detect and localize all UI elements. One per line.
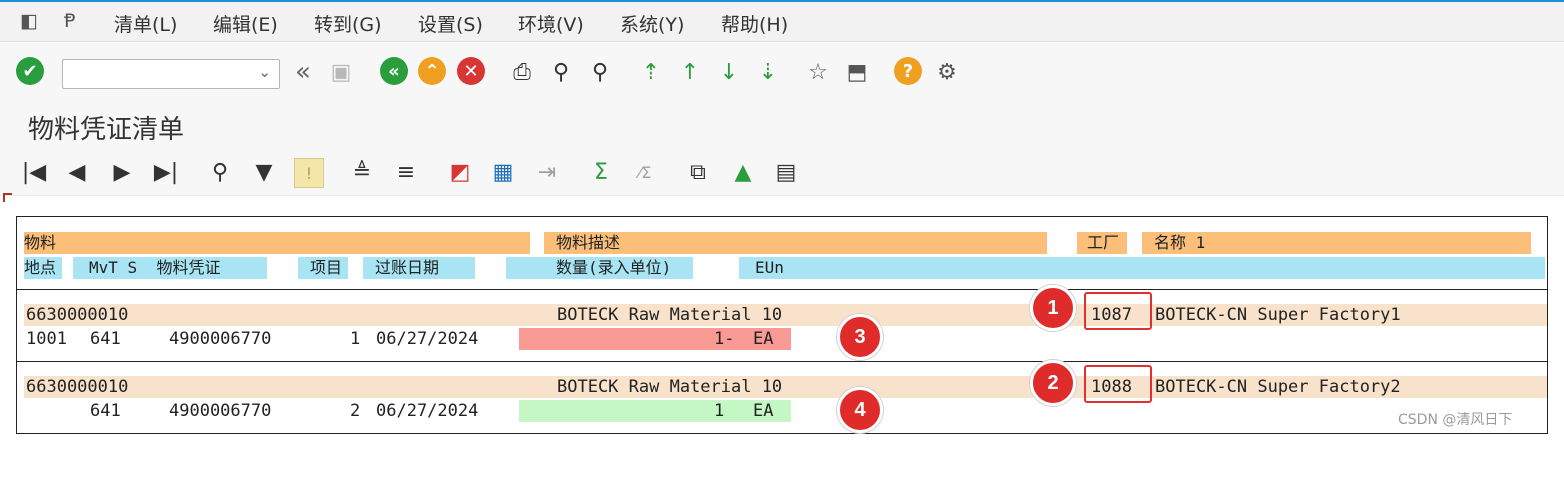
header-qty[interactable]: 数量(录入单位) xyxy=(506,257,693,279)
row1-location[interactable]: 1001 xyxy=(26,328,67,350)
page-title: 物料凭证清单 xyxy=(28,115,185,145)
sort-ascending-icon[interactable]: ≜ xyxy=(348,158,376,186)
watermark-text: CSDN @清风日下 xyxy=(1398,412,1513,428)
menu-settings[interactable]: 设置(S) xyxy=(418,10,483,37)
sort-descending-icon[interactable]: ≡ xyxy=(392,158,420,186)
row1-mvt[interactable]: 641 xyxy=(90,328,121,350)
separator-line xyxy=(17,361,1547,362)
header-date[interactable]: 过账日期 xyxy=(363,257,475,279)
row1-description[interactable]: BOTECK Raw Material 10 xyxy=(557,304,782,326)
menu-system[interactable]: 系统(Y) xyxy=(620,10,684,37)
annotation-badge-3: 3 xyxy=(837,314,883,360)
next-page-icon[interactable]: ↓ xyxy=(714,57,744,87)
columns-icon[interactable]: ▦ xyxy=(489,158,517,186)
print-icon[interactable]: ⎙ xyxy=(507,57,537,87)
last-row-icon[interactable]: ▶| xyxy=(152,158,180,186)
graphic-icon[interactable]: ⧉ xyxy=(684,158,712,186)
chart-icon[interactable]: ▲ xyxy=(729,158,757,186)
annotation-badge-2: 2 xyxy=(1030,360,1076,406)
plant-highlight-box xyxy=(1084,365,1152,403)
header-plant[interactable]: 工厂 xyxy=(1077,232,1127,254)
header-location[interactable]: 地点 xyxy=(24,257,62,279)
row1-date[interactable]: 06/27/2024 xyxy=(376,328,478,350)
previous-row-icon[interactable]: ◀ xyxy=(63,158,91,186)
separator-line xyxy=(17,289,1547,290)
menu-environment[interactable]: 环境(V) xyxy=(518,10,584,37)
header-eun[interactable]: EUn xyxy=(739,257,1545,279)
menu-list[interactable]: 清单(L) xyxy=(114,10,177,37)
header-description[interactable]: 物料描述 xyxy=(544,232,1047,254)
row2-item[interactable]: 2 xyxy=(350,400,360,422)
row2-material[interactable]: 6630000010 xyxy=(26,376,128,398)
filter-icon[interactable]: ▼ xyxy=(250,158,278,186)
export-icon[interactable]: ⇥ xyxy=(533,158,561,186)
abc-icon[interactable]: ▤ xyxy=(772,158,800,186)
report-list: 物料 物料描述 工厂 名称 1 地点 MvT S 物料凭证 项目 过账日期 数量… xyxy=(16,216,1548,434)
menu-help[interactable]: 帮助(H) xyxy=(721,10,788,37)
next-row-icon[interactable]: ▶ xyxy=(108,158,136,186)
first-page-icon[interactable]: ⇡ xyxy=(636,57,666,87)
warning-icon[interactable]: ! xyxy=(294,158,324,188)
command-field[interactable]: ⌄ xyxy=(62,59,280,89)
row2-qty-cell[interactable]: 1 EA xyxy=(519,400,791,422)
first-row-icon[interactable]: |◀ xyxy=(20,158,48,186)
row1-item[interactable]: 1 xyxy=(350,328,360,350)
row2-description[interactable]: BOTECK Raw Material 10 xyxy=(557,376,782,398)
corner-marker xyxy=(3,193,12,202)
chevron-down-icon[interactable]: ⌄ xyxy=(258,63,271,81)
row1-qty: 1- xyxy=(714,329,735,349)
exit-icon[interactable]: ⌃ xyxy=(418,57,446,85)
row1-name[interactable]: BOTECK-CN Super Factory1 xyxy=(1155,304,1401,326)
header-mvt: MvT S xyxy=(89,258,138,277)
green-back-icon[interactable]: « xyxy=(380,57,408,85)
settings-icon[interactable]: ⚙ xyxy=(932,57,962,87)
back-icon[interactable]: « xyxy=(288,57,318,87)
help-icon[interactable]: ? xyxy=(894,57,922,85)
title-bar: 物料凭证清单 xyxy=(0,103,1564,149)
menu-goto[interactable]: 转到(G) xyxy=(314,10,382,37)
find-icon[interactable]: ⚲ xyxy=(546,57,576,87)
details-icon[interactable]: ⚲ xyxy=(206,158,234,186)
annotation-badge-4: 4 xyxy=(837,387,883,433)
row1-qty-cell[interactable]: 1- EA xyxy=(519,328,791,350)
menu-toggle-icon[interactable]: ◧ xyxy=(20,10,38,32)
save-icon[interactable]: ▣ xyxy=(326,57,356,87)
standard-toolbar: ✔ ⌄ « ▣ « ⌃ ✕ ⎙ ⚲ ⚲ ⇡ ↑ ↓ ⇣ ☆ ⬒ ? ⚙ xyxy=(0,43,1564,104)
row2-unit: EA xyxy=(753,401,774,421)
last-page-icon[interactable]: ⇣ xyxy=(753,57,783,87)
header-item[interactable]: 项目 xyxy=(298,257,348,279)
menu-edit[interactable]: 编辑(E) xyxy=(213,10,278,37)
header-material[interactable]: 物料 xyxy=(24,232,530,254)
plant-highlight-box xyxy=(1084,292,1152,330)
find-next-icon[interactable]: ⚲ xyxy=(585,57,615,87)
cancel-icon[interactable]: ✕ xyxy=(457,57,485,85)
previous-page-icon[interactable]: ↑ xyxy=(675,57,705,87)
row1-material[interactable]: 6630000010 xyxy=(26,304,128,326)
row2-name[interactable]: BOTECK-CN Super Factory2 xyxy=(1155,376,1401,398)
row2-mvt[interactable]: 641 xyxy=(90,400,121,422)
row2-qty: 1 xyxy=(714,401,725,421)
header-name[interactable]: 名称 1 xyxy=(1142,232,1531,254)
row1-doc[interactable]: 4900006770 xyxy=(169,328,271,350)
sap-gui-icon[interactable]: Ᵽ xyxy=(64,10,75,32)
annotation-badge-1: 1 xyxy=(1030,285,1076,331)
header-mvt-doc[interactable]: MvT S 物料凭证 xyxy=(73,257,267,279)
row1-unit: EA xyxy=(753,329,774,349)
row2-doc[interactable]: 4900006770 xyxy=(169,400,271,422)
row2-date[interactable]: 06/27/2024 xyxy=(376,400,478,422)
menu-bar: ◧ Ᵽ 清单(L) 编辑(E) 转到(G) 设置(S) 环境(V) 系统(Y) … xyxy=(0,0,1564,42)
subtotal-icon[interactable]: ⁄Σ xyxy=(631,158,659,186)
shortcut-icon[interactable]: ⬒ xyxy=(842,57,872,87)
layout-icon[interactable]: ◩ xyxy=(446,158,474,186)
header-doc: 物料凭证 xyxy=(156,258,221,277)
enter-icon[interactable]: ✔ xyxy=(16,57,44,85)
create-session-icon[interactable]: ☆ xyxy=(803,57,833,87)
alv-toolbar: |◀ ◀ ▶ ▶| ⚲ ▼ ! ≜ ≡ ◩ ▦ ⇥ Σ ⁄Σ ⧉ ▲ ▤ xyxy=(0,149,1564,196)
sum-icon[interactable]: Σ xyxy=(587,158,615,186)
